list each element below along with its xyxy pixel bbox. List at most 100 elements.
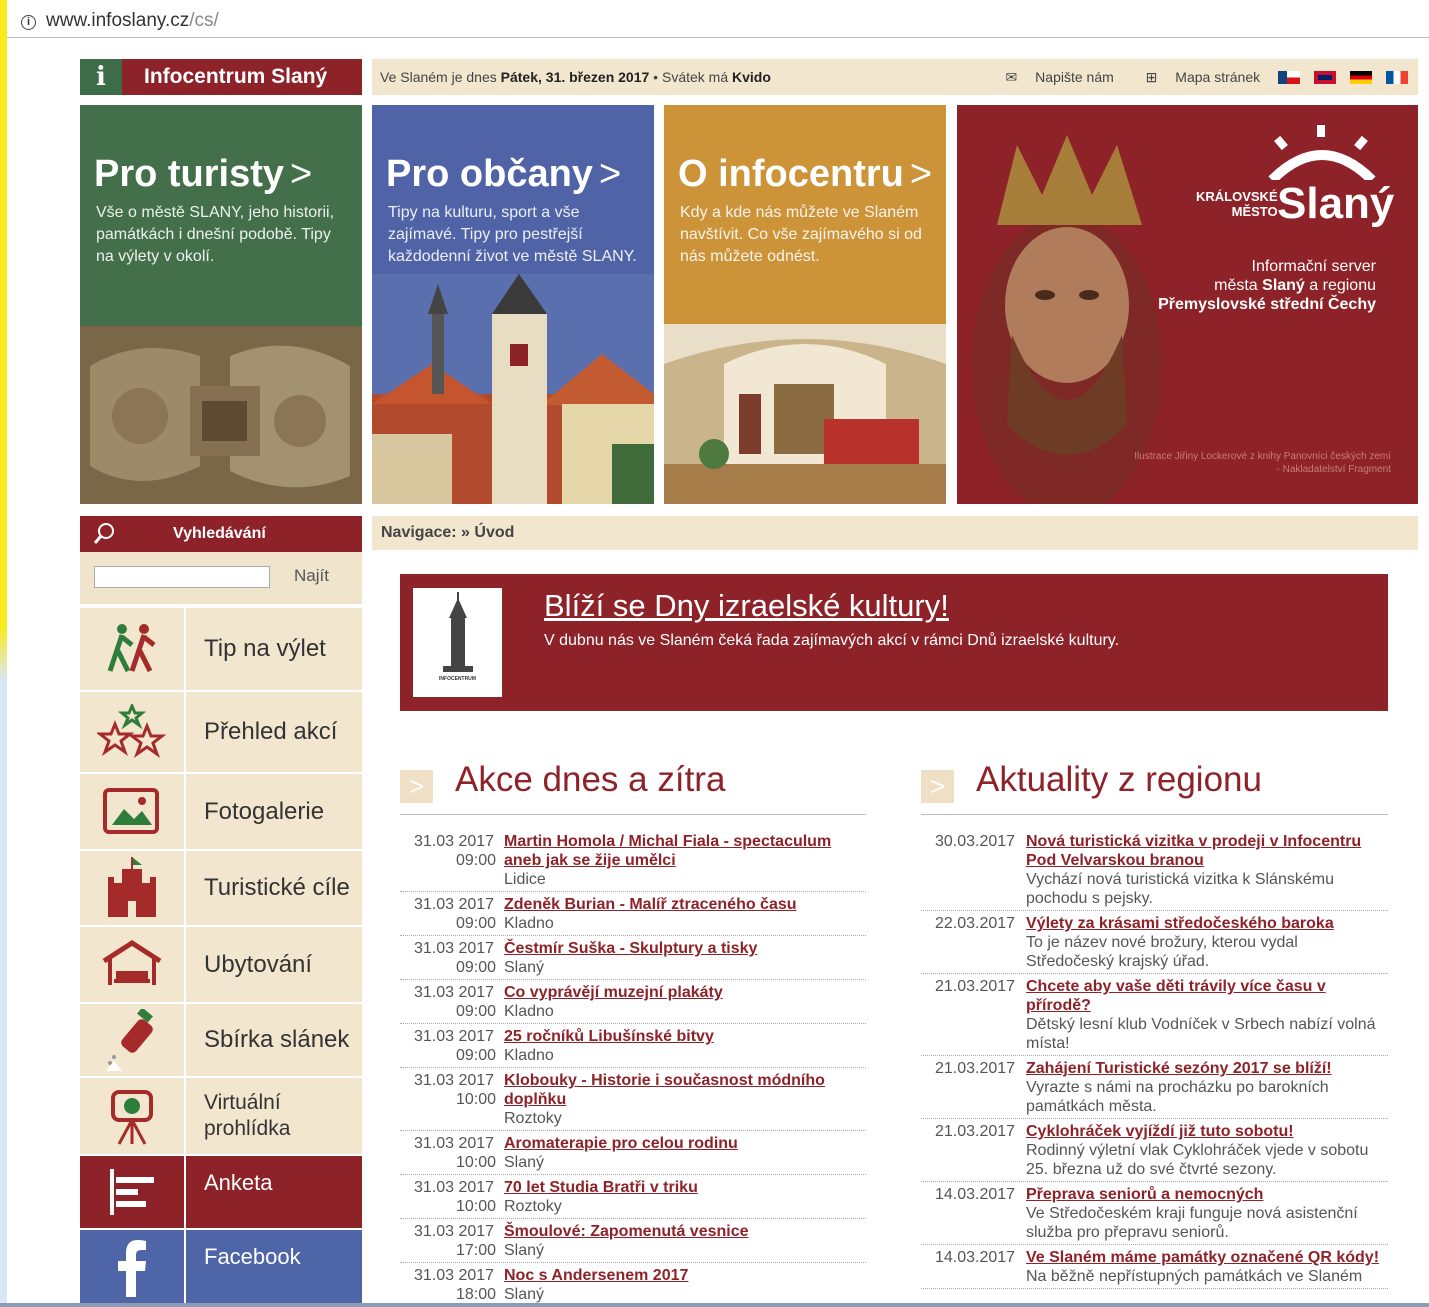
house-bed-icon (80, 927, 186, 1002)
news-date: 21.03.2017 (935, 978, 1016, 995)
event-title[interactable]: Klobouky - Historie i současnost módního (504, 1072, 825, 1089)
flag-de-icon[interactable] (1350, 71, 1372, 84)
news-banner[interactable]: INFOCENTRUM Blíží se Dny izraelské kultu… (400, 574, 1388, 711)
event-title[interactable]: Aromaterapie pro celou rodinu (504, 1135, 738, 1152)
news-date: 30.03.2017 (935, 833, 1016, 850)
menu-item-facebook[interactable]: Facebook (80, 1228, 362, 1304)
site-logo[interactable]: i Infocentrum Slaný (80, 59, 362, 95)
menu-item-photogallery[interactable]: Fotogalerie (80, 772, 362, 849)
news-date: 21.03.2017 (935, 1060, 1016, 1077)
news-title[interactable]: Ve Slaném máme památky označené QR kódy! (1026, 1249, 1379, 1266)
tile-infocentre-text: Kdy a kde nás můžete ve Slaném navštívit… (680, 204, 922, 265)
contact-link[interactable]: ✉ Napište nám (992, 69, 1114, 85)
news-item: 21.03.2017 Zahájení Turistické sezóny 201… (921, 1056, 1388, 1119)
address-bar[interactable]: i www.infoslany.cz/cs/ (7, 6, 1429, 38)
news-item: 21.03.2017 Chcete aby vaše děti trávily v… (921, 974, 1388, 1056)
breadcrumb: Navigace: » Úvod (372, 516, 1418, 550)
news-title[interactable]: Přeprava seniorů a nemocných (1026, 1186, 1263, 1203)
menu-item-events[interactable]: Přehled akcí (80, 690, 362, 772)
event-place: Kladno (504, 915, 554, 932)
menu-label: Virtuální prohlídka (204, 1091, 291, 1140)
news-item: 14.03.2017 Ve Slaném máme památky označen… (921, 1245, 1388, 1289)
brand-royal-town: KRÁLOVSKÉ MĚSTO (1196, 189, 1278, 219)
events-header: > Akce dnes a zítra (400, 760, 866, 815)
event-date: 31.03 2017 (414, 1223, 495, 1240)
event-title[interactable]: Zdeněk Burian - Malíř ztraceného času (504, 896, 797, 913)
search-form: Najít (80, 552, 362, 604)
event-title[interactable]: 25 ročníků Libušínské bitvy (504, 1028, 714, 1045)
brand-server-text: Informační server města Slaný a regionu … (1158, 257, 1376, 314)
news-list: 30.03.2017 Nová turistická vizitka v prod… (921, 829, 1388, 1289)
menu-item-tourist-targets[interactable]: Turistické cíle (80, 849, 362, 925)
illustration-credit: Ilustrace Jiřiny Lockerové z knihy Panov… (1134, 450, 1391, 476)
event-time: 10:00 (456, 1091, 497, 1108)
url-host: www.infoslany.cz (46, 10, 190, 31)
nameday-prefix: • Svátek má (649, 69, 733, 85)
today-prefix: Ve Slaném je dnes (380, 69, 497, 85)
hikers-icon (80, 608, 186, 690)
menu-label: Anketa (204, 1170, 273, 1195)
event-place: Roztoky (504, 1198, 562, 1215)
event-place: Roztoky (504, 1110, 562, 1127)
news-title[interactable]: Zahájení Turistické sezóny 2017 se blíží… (1026, 1060, 1332, 1077)
news-title[interactable]: Chcete aby vaše děti trávily více času v… (1026, 978, 1326, 1014)
news-text: Na běžně nepřístupných památkách ve Slan… (1026, 1268, 1363, 1285)
news-title[interactable]: Nová turistická vizitka v prodeji v Info… (1026, 833, 1361, 869)
menu-item-trip-tips[interactable]: Tip na výlet (80, 606, 362, 690)
event-title[interactable]: Šmoulové: Zapomenutá vesnice (504, 1223, 749, 1240)
event-time: 09:00 (456, 959, 497, 976)
logo-title: Infocentrum Slaný (144, 65, 328, 88)
flag-fr-icon[interactable] (1386, 71, 1408, 84)
event-title[interactable]: Čestmír Suška - Skulptury a tisky (504, 940, 757, 957)
tripod-camera-icon (80, 1078, 186, 1154)
search-icon (94, 523, 114, 544)
event-title-cont[interactable]: doplňku (504, 1091, 566, 1108)
infocentre-interior-image (664, 324, 946, 504)
search-button[interactable]: Najít (294, 566, 329, 586)
tile-tourists-title: Pro turisty (94, 153, 285, 195)
info-icon[interactable]: i (21, 15, 36, 30)
sitemap-link[interactable]: ⊞ Mapa stránek (1132, 69, 1260, 85)
menu-item-poll[interactable]: Anketa (80, 1154, 362, 1228)
menu-item-salt-shakers[interactable]: Sbírka slánek (80, 1002, 362, 1076)
menu-label: Přehled akcí (204, 718, 338, 745)
tile-tourists[interactable]: Pro turisty > Vše o městě SLANY, jeho his… (80, 105, 362, 504)
event-date: 31.03 2017 (414, 984, 495, 1001)
castle-icon (80, 851, 186, 925)
top-info-bar: Ve Slaném je dnes Pátek, 31. březen 2017… (372, 59, 1418, 95)
event-title[interactable]: Martin Homola / Michal Fiala - spectacul… (504, 833, 831, 850)
url-path: /cs/ (189, 10, 219, 31)
event-date: 31.03 2017 (414, 833, 495, 850)
event-time: 09:00 (456, 1003, 497, 1020)
credit-line-1: Ilustrace Jiřiny Lockerové z knihy Panov… (1134, 451, 1391, 462)
menu-label: Turistické cíle (204, 874, 350, 901)
menu-label: Facebook (204, 1244, 301, 1269)
tile-citizens[interactable]: Pro občany > Tipy na kulturu, sport a vše… (372, 105, 654, 504)
event-title[interactable]: 70 let Studia Bratři v triku (504, 1179, 698, 1196)
event-title[interactable]: Co vyprávějí muzejní plakáty (504, 984, 723, 1001)
thumb-caption: INFOCENTRUM (439, 676, 476, 682)
tile-infocentre[interactable]: O infocentru > Kdy a kde nás můžete ve Sl… (664, 105, 946, 504)
banner-title[interactable]: Blíží se Dny izraelské kultury! (544, 588, 949, 624)
event-title-cont[interactable]: aneb jak se žije umělci (504, 852, 676, 869)
salt-shaker-icon (80, 1004, 186, 1076)
news-text: Vyrazte s námi na procházku po barokních… (1026, 1079, 1329, 1115)
brand-name: Slaný (1277, 179, 1395, 228)
flag-uk-icon[interactable] (1314, 71, 1336, 84)
news-item: 14.03.2017 Přeprava seniorů a nemocných Ve… (921, 1182, 1388, 1245)
chevron-right-icon: > (598, 153, 622, 195)
menu-item-accommodation[interactable]: Ubytování (80, 925, 362, 1002)
breadcrumb-current[interactable]: Úvod (474, 524, 514, 541)
news-title[interactable]: Cyklohráček vyjíždí již tuto sobotu! (1026, 1123, 1294, 1140)
news-date: 21.03.2017 (935, 1123, 1016, 1140)
news-text: Ve Středočeském kraji funguje nová asist… (1026, 1205, 1358, 1241)
tile-citizens-title: Pro občany (386, 153, 593, 195)
news-title[interactable]: Výlety za krásami středočeského baroka (1026, 915, 1334, 932)
menu-item-virtual-tour[interactable]: Virtuální prohlídka (80, 1076, 362, 1154)
search-input[interactable] (94, 566, 270, 588)
event-date: 31.03 2017 (414, 1135, 495, 1152)
event-title[interactable]: Noc s Andersenem 2017 (504, 1267, 688, 1284)
menu-label: Ubytování (204, 950, 313, 978)
flag-cz-icon[interactable] (1278, 71, 1300, 84)
banner-thumbnail: INFOCENTRUM (413, 588, 502, 697)
